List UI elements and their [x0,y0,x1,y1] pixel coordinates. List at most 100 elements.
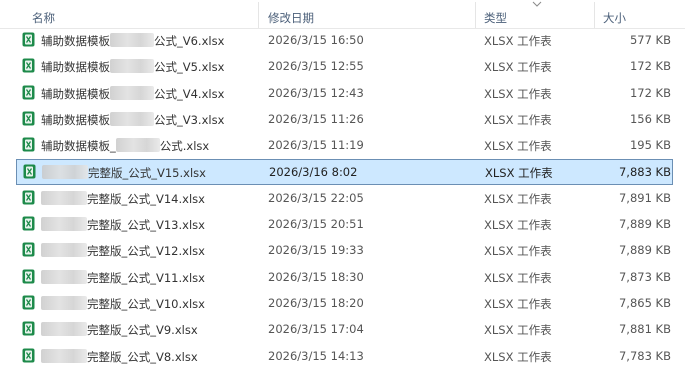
file-name: 辅助数据模板_ 公式.xlsx [41,138,209,154]
file-size: 7,889 KB [618,243,671,258]
file-name: 完整版_公式_V9.xlsx [41,322,198,338]
file-name-suffix: 完整版_公式_V9.xlsx [87,323,198,338]
file-date-modified: 2026/3/15 18:30 [268,269,364,284]
file-type: XLSX 工作表 [485,165,553,180]
file-row[interactable]: 辅助数据模板 公式_V4.xlsx 2026/3/15 12:43 XLSX 工作表 1… [0,80,685,106]
file-name: 完整版_公式_V8.xlsx [41,348,198,365]
file-name-suffix: 公式_V5.xlsx [154,60,225,75]
file-name-prefix: 辅助数据模板 [41,112,110,127]
file-name: 完整版_公式_V11.xlsx [41,269,205,286]
file-row[interactable]: 完整版_公式_V15.xlsx 2026/3/16 8:02 XLSX 工作表 7,8… [16,158,673,185]
file-name: 辅助数据模板 公式_V5.xlsx [41,59,224,75]
excel-file-icon [22,321,35,336]
file-type: XLSX 工作表 [484,244,552,259]
excel-file-icon [22,216,35,231]
excel-file-icon [22,32,35,47]
file-date-modified: 2026/3/15 16:50 [268,33,364,47]
file-date-modified: 2026/3/15 12:55 [268,59,364,74]
redacted-text [110,33,154,47]
file-size: 172 KB [629,85,671,100]
column-divider[interactable] [258,2,259,28]
file-explorer: 名称 修改日期 类型 大小 辅助数据模板 公式_V6.xlsx 2026/3/15 … [0,0,685,385]
excel-file-icon [22,269,35,284]
file-size: 195 KB [629,138,671,153]
file-date-modified: 2026/3/16 8:02 [269,164,358,179]
file-date-modified: 2026/3/15 18:20 [268,296,364,310]
file-size: 7,873 KB [618,269,671,284]
file-name: 辅助数据模板 公式_V6.xlsx [41,33,224,49]
file-date-modified: 2026/3/15 11:19 [268,138,364,153]
file-row[interactable]: 辅助数据模板 公式_V6.xlsx 2026/3/15 16:50 XLSX 工作表 5… [0,27,685,53]
file-row[interactable]: 完整版_公式_V8.xlsx 2026/3/15 14:13 XLSX 工作表 7,7… [0,343,685,369]
file-date-modified: 2026/3/15 12:43 [268,85,364,100]
excel-file-icon [22,111,35,126]
redacted-text [41,243,87,258]
file-row[interactable]: 辅助数据模板 公式_V3.xlsx 2026/3/15 11:26 XLSX 工作表 1… [0,106,685,132]
file-type: XLSX 工作表 [484,60,552,75]
file-row[interactable]: 辅助数据模板 公式_V5.xlsx 2026/3/15 12:55 XLSX 工作表 1… [0,53,685,79]
file-name: 完整版_公式_V13.xlsx [41,217,205,233]
file-row[interactable]: 完整版_公式_V11.xlsx 2026/3/15 18:30 XLSX 工作表 7,… [0,264,685,290]
redacted-text [110,111,154,126]
file-type: XLSX 工作表 [484,349,552,364]
file-type: XLSX 工作表 [484,86,552,101]
file-size: 7,891 KB [618,190,671,205]
column-header-size[interactable]: 大小 [603,10,626,26]
file-row[interactable]: 辅助数据模板_ 公式.xlsx 2026/3/15 11:19 XLSX 工作表 195… [0,132,685,158]
file-type: XLSX 工作表 [484,139,552,154]
excel-file-icon [22,137,35,152]
file-name-suffix: 完整版_公式_V12.xlsx [87,244,205,259]
file-name-suffix: 完整版_公式_V15.xlsx [88,165,206,180]
redacted-text [41,217,87,232]
redacted-text [41,190,87,205]
file-name: 完整版_公式_V15.xlsx [42,164,206,181]
column-divider[interactable] [475,2,476,28]
file-name-suffix: 完整版_公式_V11.xlsx [87,270,205,285]
file-name-suffix: 公式.xlsx [159,139,210,154]
file-type: XLSX 工作表 [484,191,552,206]
excel-file-icon [22,190,35,205]
column-header-date-modified[interactable]: 修改日期 [268,10,314,26]
file-row[interactable]: 完整版_公式_V14.xlsx 2026/3/15 22:05 XLSX 工作表 7,… [0,185,685,211]
file-type: XLSX 工作表 [484,34,552,48]
file-type: XLSX 工作表 [484,270,552,285]
redacted-text [110,85,154,100]
file-row[interactable]: 完整版_公式_V9.xlsx 2026/3/15 17:04 XLSX 工作表 7,8… [0,316,685,342]
excel-file-icon [22,58,35,73]
file-size: 7,783 KB [618,348,671,363]
column-header-type[interactable]: 类型 [484,10,507,26]
redacted-text [41,348,87,363]
excel-file-icon [22,295,35,310]
excel-file-icon [22,242,35,257]
file-name: 辅助数据模板 公式_V4.xlsx [41,85,225,102]
column-divider[interactable] [594,2,595,28]
file-size: 7,883 KB [618,164,671,179]
column-header-bar: 名称 修改日期 类型 大小 [0,0,685,29]
file-row[interactable]: 完整版_公式_V10.xlsx 2026/3/15 18:20 XLSX 工作表 7,… [0,290,685,316]
file-size: 7,889 KB [618,217,671,232]
file-row[interactable]: 完整版_公式_V12.xlsx 2026/3/15 19:33 XLSX 工作表 7,… [0,237,685,263]
file-name-suffix: 完整版_公式_V13.xlsx [87,218,205,233]
file-name-prefix: 辅助数据模板 [41,60,110,75]
file-date-modified: 2026/3/15 14:13 [268,348,364,363]
file-date-modified: 2026/3/15 17:04 [268,322,364,337]
file-type: XLSX 工作表 [484,297,552,311]
chevron-down-icon [532,1,542,7]
excel-file-icon [22,348,35,363]
file-row[interactable]: 完整版_公式_V13.xlsx 2026/3/15 20:51 XLSX 工作表 7,… [0,211,685,237]
file-date-modified: 2026/3/15 19:33 [268,243,364,258]
file-name-suffix: 公式_V4.xlsx [154,86,225,101]
excel-file-icon [23,164,36,178]
file-name-prefix: 辅助数据模板 [41,34,110,48]
redacted-text [42,164,88,179]
redacted-text [115,138,160,153]
file-date-modified: 2026/3/15 22:05 [268,190,364,205]
file-type: XLSX 工作表 [484,218,552,233]
file-name: 完整版_公式_V10.xlsx [41,296,205,312]
file-date-modified: 2026/3/15 20:51 [268,217,364,232]
column-header-name[interactable]: 名称 [32,10,55,26]
file-type: XLSX 工作表 [484,323,552,338]
file-type: XLSX 工作表 [484,112,552,127]
redacted-text [110,59,154,74]
file-name: 完整版_公式_V14.xlsx [41,190,205,207]
